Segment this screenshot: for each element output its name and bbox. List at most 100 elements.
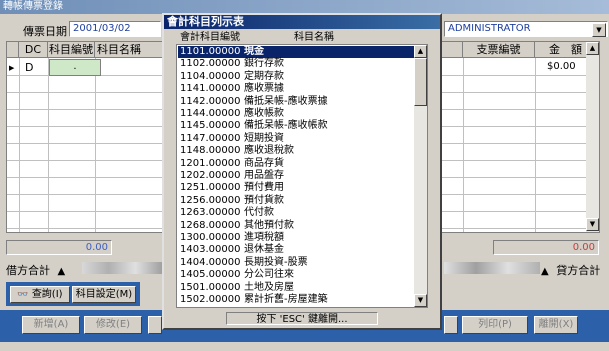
date-label: 傳票日期: [23, 25, 67, 38]
account-row[interactable]: 1403.00000 退休基金: [178, 244, 414, 256]
account-code: 1104.00000: [180, 70, 241, 82]
popup-column-code: 會計科目編號: [180, 32, 240, 43]
user-select-value: ADMINISTRATOR: [448, 23, 531, 34]
account-row[interactable]: 1102.00000 銀行存款: [178, 58, 414, 70]
account-name: 預付費用: [244, 182, 284, 194]
window-title: 轉帳傳票登錄: [0, 0, 609, 14]
dropdown-arrow-icon[interactable]: ▼: [592, 23, 606, 37]
credit-total-field: 0.00: [493, 240, 599, 255]
account-row[interactable]: 1201.00000 商品存貨: [178, 158, 414, 170]
account-name: 銀行存款: [244, 58, 284, 70]
account-code: 1202.00000: [180, 170, 241, 181]
account-row[interactable]: 1101.00000 現金: [178, 46, 414, 58]
account-code: 1148.00000: [180, 145, 241, 157]
account-row[interactable]: 1263.00000 代付款: [178, 207, 414, 219]
hidden-button-edge: [148, 316, 162, 334]
account-name: 代付款: [244, 207, 274, 219]
debit-total-field: 0.00: [6, 240, 112, 255]
debit-decorative-strip: [82, 262, 162, 274]
account-row[interactable]: 1268.00000 其他預付款: [178, 220, 414, 232]
account-name: 定期存款: [244, 70, 284, 82]
column-header-cheque-no[interactable]: 支票編號: [463, 42, 535, 58]
account-code: 1502.00000: [180, 294, 241, 305]
debit-total-label: 借方合計 ▲: [6, 262, 65, 278]
popup-column-name: 科目名稱: [294, 32, 334, 43]
account-row[interactable]: 1404.00000 長期投資-股票: [178, 257, 414, 269]
account-row[interactable]: 1141.00000 應收票據: [178, 83, 414, 95]
cell-dc[interactable]: D: [25, 61, 33, 74]
account-row[interactable]: 1144.00000 應收帳款: [178, 108, 414, 120]
column-header-account-name[interactable]: 科目名稱: [95, 42, 165, 58]
column-header-account-code[interactable]: 科目編號: [48, 42, 95, 58]
account-name: 應收票據: [244, 83, 284, 95]
account-name: 短期投資: [244, 132, 284, 144]
account-code: 1405.00000: [180, 269, 241, 281]
column-header-dc[interactable]: DC: [19, 42, 48, 58]
account-row[interactable]: 1202.00000 用品盤存: [178, 170, 414, 182]
exit-button[interactable]: 離開(X): [534, 316, 578, 334]
account-row[interactable]: 1405.00000 分公司往來: [178, 269, 414, 281]
account-code: 1501.00000: [180, 281, 241, 293]
account-row[interactable]: 1502.00000 累計折舊-房屋建築: [178, 294, 414, 306]
account-code: 1144.00000: [180, 108, 241, 119]
scroll-thumb[interactable]: [414, 58, 427, 106]
query-button[interactable]: 👓 查詢(I): [10, 286, 70, 303]
grid-column-line: [463, 58, 464, 232]
account-row[interactable]: 1142.00000 備抵呆帳-應收票據: [178, 96, 414, 108]
triangle-up-icon: ▲: [541, 266, 549, 277]
account-list[interactable]: 1101.00000 現金 1102.00000 銀行存款 1104.00000…: [176, 44, 428, 308]
account-code: 1256.00000: [180, 194, 241, 206]
account-name: 現金: [244, 46, 264, 57]
account-name: 長期投資-股票: [244, 256, 308, 268]
account-row[interactable]: 1147.00000 短期投資: [178, 133, 414, 145]
account-row[interactable]: 1501.00000 土地及房屋: [178, 282, 414, 294]
account-list-scrollbar[interactable]: ▲ ▼: [414, 45, 427, 307]
account-name: 其他預付款: [244, 219, 294, 231]
account-code: 1141.00000: [180, 83, 241, 95]
account-code: 1101.00000: [180, 46, 241, 57]
scroll-down-icon[interactable]: ▼: [414, 294, 427, 307]
account-code: 1403.00000: [180, 244, 241, 256]
account-name: 備抵呆帳-應收帳款: [244, 120, 328, 132]
binoculars-icon: 👓: [17, 290, 29, 300]
account-row[interactable]: 1145.00000 備抵呆帳-應收帳款: [178, 120, 414, 132]
user-select[interactable]: ADMINISTRATOR ▼: [444, 21, 608, 37]
account-row[interactable]: 1300.00000 進項稅額: [178, 232, 414, 244]
scroll-up-icon[interactable]: ▲: [586, 42, 599, 55]
grid-row-header-corner: [7, 42, 19, 58]
popup-title: 會計科目列示表: [164, 15, 440, 29]
credit-label-text: 貸方合計: [556, 264, 601, 277]
query-button-label: 查詢(I): [31, 289, 63, 300]
account-row[interactable]: 1251.00000 預付費用: [178, 182, 414, 194]
account-name: 用品盤存: [244, 170, 284, 181]
column-header-amount[interactable]: 金 額: [535, 42, 587, 58]
account-setup-button[interactable]: 科目設定(M): [72, 286, 136, 303]
popup-footer-hint: 按下 'ESC' 鍵離開...: [226, 312, 378, 325]
scroll-down-icon[interactable]: ▼: [586, 218, 599, 231]
account-row[interactable]: 1104.00000 定期存款: [178, 71, 414, 83]
account-code: 1404.00000: [180, 256, 241, 268]
cell-amount[interactable]: $0.00: [547, 61, 576, 72]
account-row[interactable]: 1148.00000 應收退稅款: [178, 145, 414, 157]
account-code: 1147.00000: [180, 132, 241, 144]
modify-button[interactable]: 修改(E): [84, 316, 142, 334]
account-code: 1300.00000: [180, 232, 241, 243]
add-button[interactable]: 新增(A): [22, 316, 80, 334]
account-list-popup[interactable]: 會計科目列示表 會計科目編號 科目名稱 1101.00000 現金 1102.0…: [162, 13, 442, 330]
account-code: 1263.00000: [180, 207, 241, 219]
hidden-button-edge: [444, 316, 458, 334]
account-row[interactable]: 1256.00000 預付貨款: [178, 195, 414, 207]
scroll-up-icon[interactable]: ▲: [414, 45, 427, 58]
popup-column-header: 會計科目編號 科目名稱: [176, 31, 428, 44]
print-button[interactable]: 列印(P): [462, 316, 528, 334]
date-input[interactable]: 2001/03/02: [69, 21, 161, 37]
grid-vertical-scrollbar[interactable]: ▲ ▼: [586, 42, 599, 232]
account-code: 1145.00000: [180, 120, 241, 132]
debit-label-text: 借方合計: [6, 264, 50, 277]
account-name: 應收退稅款: [244, 145, 294, 157]
account-code: 1201.00000: [180, 157, 241, 169]
cell-account-code[interactable]: .: [49, 59, 101, 76]
credit-total-label: ▲ 貸方合計: [541, 262, 600, 278]
account-name: 預付貨款: [244, 194, 284, 206]
account-code: 1142.00000: [180, 95, 241, 107]
